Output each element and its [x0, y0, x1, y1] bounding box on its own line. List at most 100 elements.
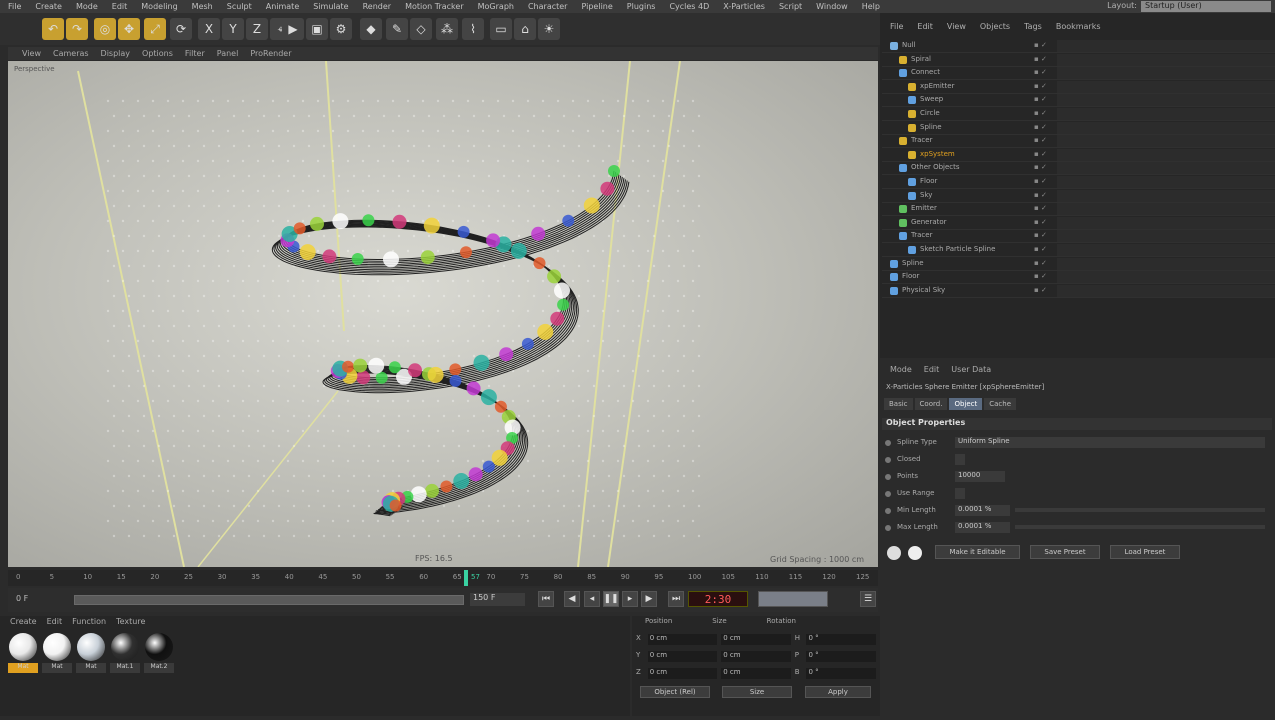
material-swatch[interactable]: Mat.1	[110, 632, 140, 676]
prev-frame-button[interactable]: ◂	[584, 591, 600, 607]
menu-item-sculpt[interactable]: Sculpt	[227, 2, 252, 11]
visibility-flags[interactable]: ▪ ✓	[1034, 231, 1047, 239]
object-row[interactable]: Floor ▪ ✓	[882, 271, 1275, 285]
tab-object[interactable]: Object	[949, 398, 983, 410]
menu-item-motion-tracker[interactable]: Motion Tracker	[405, 2, 464, 11]
material-swatch[interactable]: Mat	[42, 632, 72, 676]
object-menu-file[interactable]: File	[890, 22, 903, 31]
menu-item-mograph[interactable]: MoGraph	[478, 2, 514, 11]
visibility-flags[interactable]: ▪ ✓	[1034, 68, 1047, 76]
visibility-flags[interactable]: ▪ ✓	[1034, 204, 1047, 212]
object-row[interactable]: Generator ▪ ✓	[882, 216, 1275, 230]
object-row[interactable]: Sweep ▪ ✓	[882, 94, 1275, 108]
menu-item-render[interactable]: Render	[363, 2, 391, 11]
start-frame-field[interactable]: 0 F	[16, 594, 28, 603]
object-row[interactable]: Sketch Particle Spline ▪ ✓	[882, 244, 1275, 257]
object-row[interactable]: Tracer ▪ ✓	[882, 135, 1275, 149]
viewport-menu-display[interactable]: Display	[101, 49, 131, 58]
move-icon[interactable]: ✥	[118, 18, 140, 40]
tab-coord[interactable]: Coord.	[914, 398, 948, 410]
menu-item-file[interactable]: File	[8, 2, 21, 11]
rotation-field[interactable]: 0 °	[806, 651, 876, 662]
next-frame-button[interactable]: ▸	[622, 591, 638, 607]
undo-icon[interactable]: ↶	[42, 18, 64, 40]
menu-item-modeling[interactable]: Modeling	[141, 2, 177, 11]
visibility-flags[interactable]: ▪ ✓	[1034, 259, 1047, 267]
property-value[interactable]: 0.0001 %	[955, 522, 1010, 533]
redo-icon[interactable]: ↷	[66, 18, 88, 40]
animate-dot[interactable]	[885, 508, 891, 514]
camera-icon[interactable]: ⌂	[514, 18, 536, 40]
visibility-flags[interactable]: ▪ ✓	[1034, 191, 1047, 199]
animate-dot[interactable]	[885, 457, 891, 463]
floor-icon[interactable]: ▭	[490, 18, 512, 40]
material-menu-texture[interactable]: Texture	[116, 617, 145, 626]
viewport-menu-filter[interactable]: Filter	[185, 49, 205, 58]
property-value[interactable]: Uniform Spline	[955, 437, 1265, 448]
tab-basic[interactable]: Basic	[884, 398, 913, 410]
menu-item-x-particles[interactable]: X-Particles	[723, 2, 765, 11]
animate-dot[interactable]	[885, 440, 891, 446]
object-row[interactable]: Sky ▪ ✓	[882, 189, 1275, 203]
position-field[interactable]: 0 cm	[647, 634, 718, 645]
animate-dot[interactable]	[885, 491, 891, 497]
object-row[interactable]: Spline ▪ ✓	[882, 257, 1275, 271]
visibility-flags[interactable]: ▪ ✓	[1034, 218, 1047, 226]
coord-apply-button[interactable]: Apply	[805, 686, 871, 698]
menu-item-help[interactable]: Help	[862, 2, 880, 11]
attribute-menu-user-data[interactable]: User Data	[951, 365, 991, 374]
playhead[interactable]	[464, 570, 468, 586]
material-menu-create[interactable]: Create	[10, 617, 37, 626]
material-menu-edit[interactable]: Edit	[47, 617, 63, 626]
object-row[interactable]: Physical Sky ▪ ✓	[882, 284, 1275, 298]
timeline-settings-icon[interactable]: ☰	[860, 591, 876, 607]
object-row[interactable]: Spiral ▪ ✓	[882, 53, 1275, 67]
deformer-icon[interactable]: ⌇	[462, 18, 484, 40]
menu-item-animate[interactable]: Animate	[266, 2, 300, 11]
preview-range-slider[interactable]	[74, 595, 464, 605]
attribute-menu-mode[interactable]: Mode	[890, 365, 912, 374]
visibility-flags[interactable]: ▪ ✓	[1034, 136, 1047, 144]
property-value[interactable]: 10000	[955, 471, 1005, 482]
object-row[interactable]: Emitter ▪ ✓	[882, 203, 1275, 217]
object-row[interactable]: xpEmitter ▪ ✓	[882, 80, 1275, 94]
rotate-icon[interactable]: ⟳	[170, 18, 192, 40]
menu-item-character[interactable]: Character	[528, 2, 568, 11]
object-menu-view[interactable]: View	[947, 22, 966, 31]
visibility-flags[interactable]: ▪ ✓	[1034, 177, 1047, 185]
load-preset-button[interactable]: Load Preset	[1110, 545, 1180, 559]
material-swatch[interactable]: Mat.2	[144, 632, 174, 676]
position-field[interactable]: 0 cm	[647, 651, 718, 662]
menu-item-simulate[interactable]: Simulate	[313, 2, 348, 11]
visibility-flags[interactable]: ▪ ✓	[1034, 82, 1047, 90]
menu-item-create[interactable]: Create	[35, 2, 62, 11]
viewport-menu-options[interactable]: Options	[142, 49, 173, 58]
record-controls[interactable]	[758, 591, 828, 607]
visibility-flags[interactable]: ▪ ✓	[1034, 95, 1047, 103]
z-axis-icon[interactable]: Z	[246, 18, 268, 40]
coord-mode-dropdown[interactable]: Object (Rel)	[640, 686, 710, 698]
viewport-menu-prorender[interactable]: ProRender	[250, 49, 291, 58]
object-menu-objects[interactable]: Objects	[980, 22, 1010, 31]
coord-size-dropdown[interactable]: Size	[722, 686, 792, 698]
subdivision-icon[interactable]: ◇	[410, 18, 432, 40]
live-select-icon[interactable]: ◎	[94, 18, 116, 40]
cube-icon[interactable]: ◆	[360, 18, 382, 40]
viewport-menu-cameras[interactable]: Cameras	[53, 49, 89, 58]
position-field[interactable]: 0 cm	[647, 668, 718, 679]
goto-end-button[interactable]: ⏭	[668, 591, 684, 607]
layout-dropdown[interactable]: Startup (User)	[1141, 1, 1271, 12]
menu-item-window[interactable]: Window	[816, 2, 848, 11]
make-editable-button[interactable]: Make it Editable	[935, 545, 1020, 559]
cloner-icon[interactable]: ⁂	[436, 18, 458, 40]
property-value[interactable]	[955, 488, 965, 499]
menu-item-cycles-4d[interactable]: Cycles 4D	[669, 2, 709, 11]
material-swatch[interactable]: Mat	[76, 632, 106, 676]
size-field[interactable]: 0 cm	[721, 634, 791, 645]
attribute-menu-edit[interactable]: Edit	[924, 365, 940, 374]
property-slider[interactable]	[1015, 525, 1265, 529]
size-field[interactable]: 0 cm	[721, 668, 791, 679]
object-menu-tags[interactable]: Tags	[1024, 22, 1042, 31]
pen-icon[interactable]: ✎	[386, 18, 408, 40]
light-icon[interactable]: ☀	[538, 18, 560, 40]
